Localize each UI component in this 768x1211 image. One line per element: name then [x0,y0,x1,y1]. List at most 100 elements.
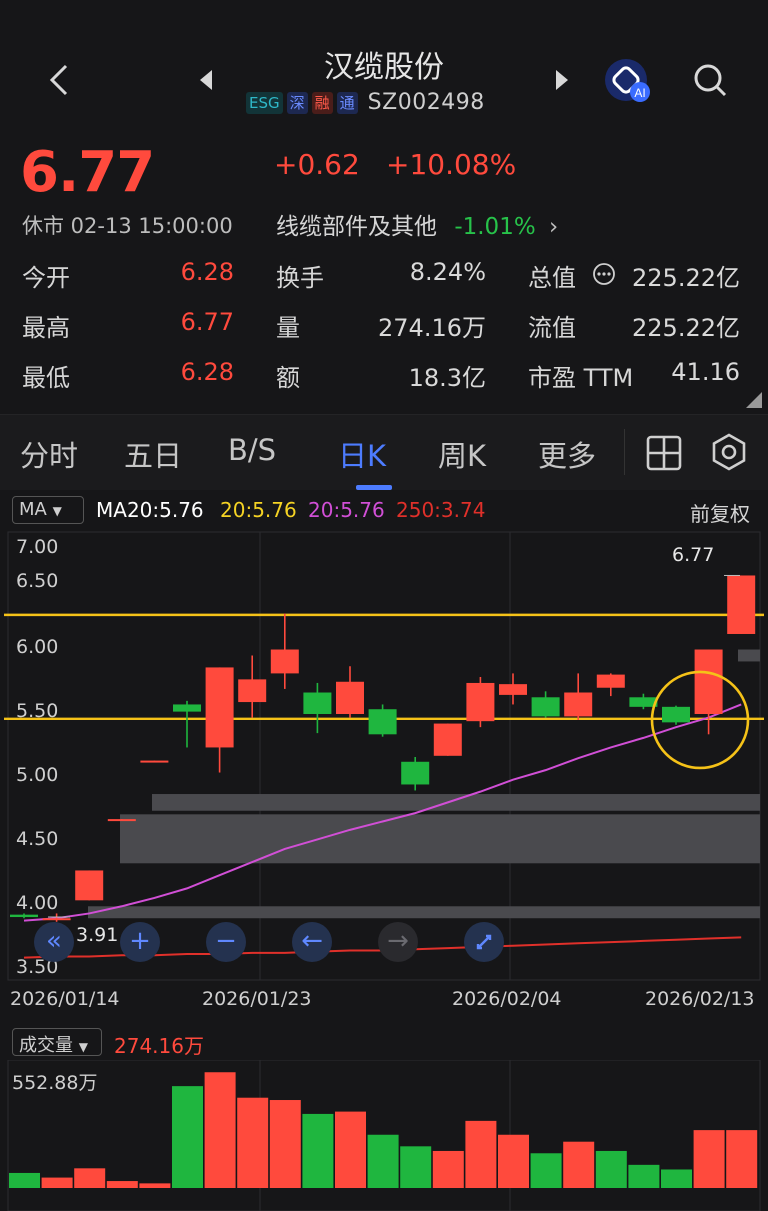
x-tick-3: 2026/02/04 [452,988,562,1010]
stat-value-pe-ttm: 41.16 [671,358,740,386]
candle-body [694,649,723,715]
gap-zone [152,794,760,811]
tab-intraday[interactable]: 分时 [20,433,78,475]
pan-left-icon[interactable]: ← [292,922,332,962]
zoom-out-icon[interactable]: − [206,922,246,962]
stat-value-volume: 274.16万 [378,314,486,342]
ma-selector[interactable]: MA ▼ [12,496,84,524]
volume-bar [41,1177,73,1188]
adjust-mode-label[interactable]: 前复权 [690,498,750,527]
candle-body [303,692,332,715]
chevron-right-icon: › [549,214,559,240]
candle-body [10,914,38,918]
volume-selector-label: 成交量 [19,1035,73,1056]
rong-tag: 融 [311,91,333,114]
header: 汉缆股份 ESG 深 融 通 SZ002498 AI [0,0,768,124]
candle-body [107,819,136,822]
y-tick-6: 6.00 [16,636,59,658]
search-icon[interactable] [692,62,728,98]
candle-body [270,649,299,674]
volume-bar [595,1150,627,1188]
candle-body [531,697,560,717]
candle-body [433,723,462,756]
candle-body [466,682,495,722]
fullscreen-icon[interactable] [464,922,504,962]
tab-more-label: 更多 [538,439,597,473]
zoom-in-icon[interactable]: + [120,922,160,962]
volume-chart[interactable] [0,1060,768,1211]
tab-divider [624,429,625,475]
last-price: 6.77 [20,140,155,205]
tab-more[interactable]: 更多 [538,433,596,475]
sector-name: 线缆部件及其他 [276,214,437,240]
scroll-to-start-icon[interactable]: « [34,922,74,962]
candle-body [42,918,71,921]
candle-body [238,679,267,703]
stat-value-amount: 18.3亿 [408,364,486,392]
volume-bar [367,1134,399,1188]
stock-title: 汉缆股份 [324,50,444,85]
volume-bar [269,1100,301,1188]
volume-bar [661,1169,692,1188]
tab-fade [604,433,622,453]
stat-label-open: 今开 [22,264,70,292]
volume-bar [530,1153,562,1188]
y-tick-7: 7.00 [16,536,59,558]
expand-corner-icon[interactable] [746,392,762,408]
stat-value-market-cap: 225.22亿 [632,264,740,292]
y-tick-4-5: 4.50 [16,828,59,850]
volume-bar [335,1111,366,1188]
volume-selector[interactable]: 成交量 ▼ [12,1028,102,1056]
volume-bar [139,1183,171,1188]
next-stock-icon[interactable] [552,68,572,92]
stat-value-low: 6.28 [180,358,234,386]
gap-zone [738,649,760,662]
volume-value: 274.16万 [114,1034,204,1058]
stock-code: SZ002498 [367,90,485,115]
kline-chart-area: MA ▼ MA20:5.76 20:5.76 20:5.76 250:3.74 … [0,490,768,1211]
market-status: 休市 02-13 15:00:00 [22,214,233,238]
tab-daily-k[interactable]: 日K [338,433,386,475]
legend-ma250: 250:3.74 [396,498,486,522]
volume-bar [74,1168,106,1188]
pan-right-icon[interactable]: → [378,922,418,962]
y-tick-5: 5.00 [16,764,59,786]
price-change-pct: +10.08% [386,148,517,181]
shen-tag: 深 [286,91,308,114]
ai-assistant-icon[interactable]: AI [604,58,652,104]
candle-body [596,674,625,688]
settings-icon[interactable] [710,433,748,471]
y-tick-6-5: 6.50 [16,570,59,592]
candle-body [401,761,430,785]
dropdown-triangle-icon: ▼ [78,1040,88,1054]
stat-value-open: 6.28 [180,258,234,286]
volume-bar [432,1150,464,1188]
high-price-marker: 6.77 [672,544,715,566]
candle-body [499,684,527,695]
tab-weekly-k[interactable]: 周K [438,433,486,475]
sector-link[interactable]: 线缆部件及其他 -1.01% › [276,207,558,241]
stat-label-market-cap: 总值 [528,264,576,292]
volume-bar [563,1141,595,1188]
legend-ma20-yellow: 20:5.76 [220,498,297,522]
candle-body [75,870,104,901]
candle-body [662,706,690,723]
volume-bar [498,1134,529,1188]
x-tick-end: 2026/02/13 [645,988,755,1010]
gap-zone [120,814,760,864]
volume-bar [237,1097,269,1188]
esg-tag[interactable]: ESG [246,91,283,114]
sector-pct: -1.01% [454,214,536,240]
layout-grid-icon[interactable] [646,435,682,471]
volume-bar [693,1130,725,1188]
x-tick-start: 2026/01/14 [10,988,120,1010]
stat-label-float-cap: 流值 [528,314,576,342]
volume-bar [204,1072,236,1188]
stock-tags: ESG 深 融 通 SZ002498 [246,90,485,115]
tab-five-day[interactable]: 五日 [124,433,182,475]
stat-value-turnover: 8.24% [409,258,486,286]
candle-body [727,575,756,634]
stat-label-high: 最高 [22,314,70,342]
tab-buy-sell[interactable]: B/S [228,433,276,467]
volume-bar [628,1164,660,1188]
